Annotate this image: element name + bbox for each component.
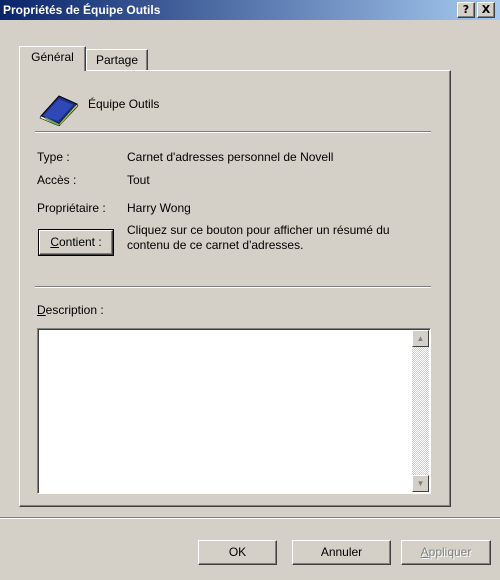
- apply-button-label: ppliquer: [428, 545, 472, 559]
- description-textarea[interactable]: ▲ ▼: [37, 328, 431, 494]
- contents-button[interactable]: Contient :: [38, 229, 114, 256]
- description-label-text: escription :: [45, 303, 104, 317]
- help-button[interactable]: ?: [457, 2, 475, 18]
- tab-partage-label: Partage: [95, 53, 139, 67]
- access-value: Tout: [127, 173, 150, 187]
- ok-button[interactable]: OK: [198, 540, 277, 565]
- cancel-button[interactable]: Annuler: [292, 540, 391, 565]
- contents-button-label: ontient :: [58, 235, 102, 249]
- type-value: Carnet d'adresses personnel de Novell: [127, 150, 334, 164]
- description-label-accel: D: [37, 303, 46, 317]
- separator: [35, 131, 431, 133]
- tab-general[interactable]: Général: [19, 46, 86, 71]
- apply-button[interactable]: Appliquer: [401, 540, 491, 565]
- scroll-down-arrow-icon[interactable]: ▼: [412, 475, 429, 492]
- address-book-name: Équipe Outils: [88, 97, 160, 111]
- window-title: Propriétés de Équipe Outils: [3, 3, 161, 17]
- address-book-icon: [39, 95, 79, 126]
- owner-value: Harry Wong: [127, 201, 191, 215]
- access-label: Accès :: [37, 173, 77, 187]
- tab-partage[interactable]: Partage: [86, 49, 148, 70]
- title-bar: Propriétés de Équipe Outils ? X: [0, 0, 500, 20]
- scroll-up-arrow-icon[interactable]: ▲: [412, 330, 429, 347]
- owner-label: Propriétaire :: [37, 201, 106, 215]
- contents-button-accel: C: [50, 235, 59, 249]
- close-button[interactable]: X: [477, 2, 495, 18]
- separator: [0, 517, 500, 519]
- contents-help-text: Cliquez sur ce bouton pour afficher un r…: [127, 223, 390, 252]
- type-label: Type :: [37, 150, 70, 164]
- description-label: Description :: [37, 303, 104, 317]
- description-scrollbar[interactable]: ▲ ▼: [412, 330, 429, 492]
- apply-button-accel: A: [420, 545, 429, 559]
- tab-general-label: Général: [31, 50, 74, 64]
- separator: [35, 286, 431, 288]
